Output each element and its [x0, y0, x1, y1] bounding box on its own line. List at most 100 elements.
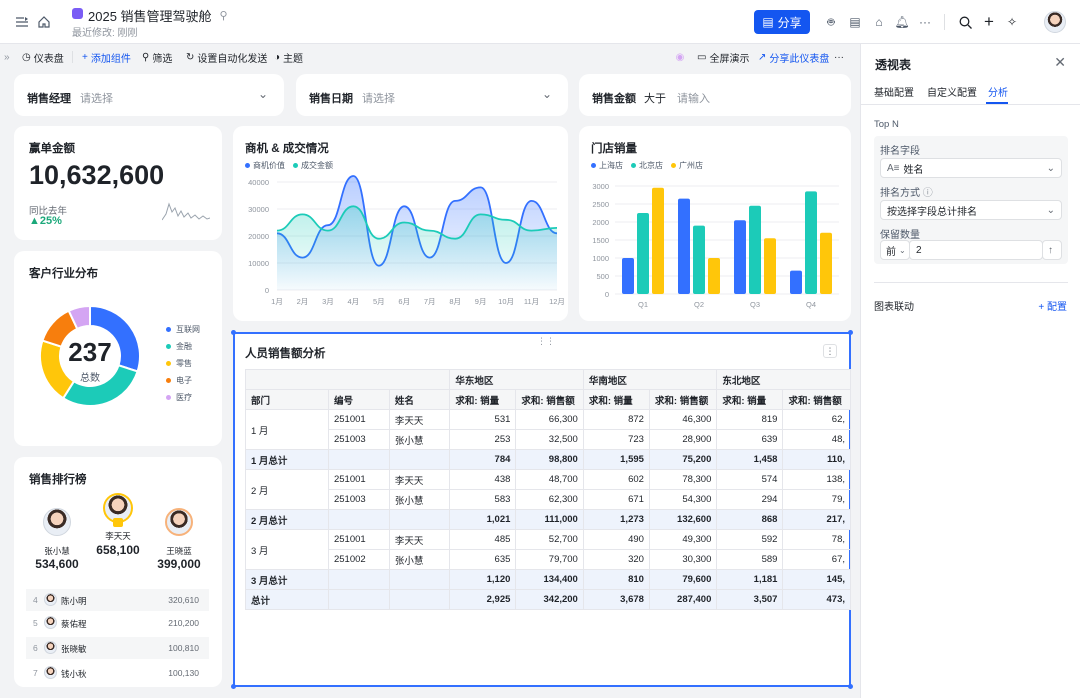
table-cell[interactable]: 总计 — [245, 589, 329, 610]
table-cell[interactable]: 2,925 — [449, 589, 517, 610]
column-header[interactable]: 求和: 销售额 — [648, 389, 718, 410]
table-cell[interactable] — [388, 509, 451, 530]
user-avatar[interactable] — [1044, 11, 1066, 33]
keep-direction-select[interactable]: 前 ⌄ — [880, 240, 910, 260]
more-icon[interactable]: ··· — [915, 12, 935, 32]
table-cell[interactable]: 138, — [782, 469, 851, 490]
table-cell[interactable]: 287,400 — [648, 589, 718, 610]
table-cell[interactable]: 342,200 — [515, 589, 584, 610]
keep-count-input[interactable]: 2 — [909, 240, 1043, 260]
table-cell[interactable]: 3 月 — [245, 529, 329, 570]
table-cell[interactable]: 1,595 — [582, 449, 650, 470]
table-cell[interactable]: 李天天 — [388, 529, 451, 550]
resize-handle[interactable] — [231, 684, 236, 689]
table-cell[interactable]: 490 — [582, 529, 650, 550]
table-cell[interactable]: 671 — [582, 489, 650, 510]
bar[interactable] — [622, 258, 634, 294]
table-cell[interactable]: 48,700 — [515, 469, 584, 490]
bar[interactable] — [764, 238, 776, 294]
industry-donut-card[interactable]: 客户行业分布 237 总数 互联网 金融 零售 电子 医疗 — [14, 251, 222, 446]
ai-sparkle-icon[interactable]: ✧ — [1002, 12, 1022, 32]
table-cell[interactable]: 30,300 — [648, 549, 718, 570]
add-component-button[interactable]: + 添加组件 — [82, 48, 131, 66]
table-row[interactable]: 251002 张小慧 635 79,700 320 30,300 589 67, — [246, 549, 851, 570]
column-header[interactable]: 求和: 销量 — [449, 389, 517, 410]
table-row[interactable]: 2 月 251001 李天天 438 48,700 602 78,300 574 138, — [245, 469, 851, 510]
list-item[interactable]: 7 钱小秋 100,130 — [26, 662, 209, 684]
resize-handle[interactable] — [848, 330, 853, 335]
resize-handle[interactable] — [231, 330, 236, 335]
region-header[interactable]: 东北地区 — [716, 369, 851, 390]
kpi-card[interactable]: 赢单金额 10,632,600 同比去年 ▲25% — [14, 126, 222, 240]
table-cell[interactable]: 639 — [716, 429, 784, 450]
table-cell[interactable]: 2 月总计 — [245, 509, 329, 530]
table-cell[interactable]: 3,678 — [582, 589, 650, 610]
table-cell[interactable]: 3,507 — [716, 589, 784, 610]
table-cell[interactable]: 48, — [782, 429, 851, 450]
table-cell[interactable]: 1,273 — [582, 509, 650, 530]
table-cell[interactable] — [327, 509, 390, 530]
bar[interactable] — [652, 187, 664, 294]
table-cell[interactable] — [327, 569, 390, 590]
add-icon[interactable]: + — [979, 12, 999, 32]
table-cell[interactable]: 54,300 — [648, 489, 718, 510]
resize-handle[interactable] — [848, 684, 853, 689]
column-header[interactable]: 部门 — [245, 389, 329, 410]
table-cell[interactable]: 79, — [782, 489, 851, 510]
close-icon[interactable]: ✕ — [1054, 54, 1066, 71]
table-cell[interactable]: 784 — [449, 449, 517, 470]
list-item[interactable]: 4 陈小明 320,610 — [26, 589, 209, 611]
table-cell[interactable]: 868 — [716, 509, 784, 530]
bell-icon[interactable]: 🔔︎ — [892, 12, 912, 32]
table-cell[interactable]: 32,500 — [515, 429, 584, 450]
table-cell[interactable]: 723 — [582, 429, 650, 450]
table-cell[interactable]: 574 — [716, 469, 784, 490]
table-cell[interactable]: 49,300 — [648, 529, 718, 550]
bar[interactable] — [708, 258, 720, 294]
table-cell[interactable]: 张小慧 — [388, 489, 451, 510]
table-cell[interactable]: 251003 — [327, 429, 390, 450]
table-cell[interactable]: 46,300 — [648, 409, 718, 430]
table-cell[interactable]: 819 — [716, 409, 784, 430]
column-header[interactable]: 求和: 销量 — [716, 389, 784, 410]
table-cell[interactable]: 583 — [449, 489, 517, 510]
table-cell[interactable]: 79,700 — [515, 549, 584, 570]
table-cell[interactable]: 66,300 — [515, 409, 584, 430]
home-icon[interactable] — [34, 12, 54, 32]
sort-method-select[interactable]: 按选择字段总计排名 ⌄ — [880, 200, 1062, 220]
bar[interactable] — [734, 220, 746, 294]
tab-analysis[interactable]: 分析 — [988, 84, 1008, 99]
robot-icon[interactable]: 🤖︎ — [821, 12, 841, 32]
template-icon[interactable]: ⌂ — [869, 12, 889, 32]
table-cell[interactable]: 79,600 — [648, 569, 718, 590]
table-cell[interactable]: 1,120 — [449, 569, 517, 590]
column-header[interactable]: 求和: 销售额 — [515, 389, 584, 410]
doc-title[interactable]: 2025 销售管理驾驶舱 ⚲ — [88, 6, 228, 25]
fullscreen-button[interactable]: ▭ 全屏演示 — [697, 48, 749, 66]
bar[interactable] — [820, 232, 832, 294]
bar[interactable] — [790, 270, 802, 294]
table-row[interactable]: 1 月 251001 李天天 531 66,300 872 46,300 819 62, — [245, 409, 851, 450]
theme-button[interactable]: ◑ 主题 — [274, 48, 303, 66]
table-cell[interactable]: 1,181 — [716, 569, 784, 590]
table-cell[interactable]: 张小慧 — [388, 549, 451, 570]
table-cell[interactable] — [388, 589, 451, 610]
bar[interactable] — [749, 205, 761, 294]
filter-sales-manager[interactable]: 销售经理 请选择 ⌄ — [14, 74, 284, 116]
table-cell[interactable]: 602 — [582, 469, 650, 490]
column-header[interactable]: 姓名 — [388, 389, 451, 410]
table-cell[interactable]: 张小慧 — [388, 429, 451, 450]
table-cell[interactable]: 253 — [449, 429, 517, 450]
table-cell[interactable]: 872 — [582, 409, 650, 430]
filter-sales-amount[interactable]: 销售金额 大于 请输入 — [579, 74, 851, 116]
table-cell[interactable]: 78,300 — [648, 469, 718, 490]
table-cell[interactable]: 251001 — [327, 469, 390, 490]
table-cell[interactable]: 132,600 — [648, 509, 718, 530]
table-cell[interactable]: 111,000 — [515, 509, 584, 530]
sidebar-toggle-icon[interactable] — [12, 12, 32, 32]
table-cell[interactable]: 1 月总计 — [245, 449, 329, 470]
bar[interactable] — [678, 198, 690, 294]
search-icon[interactable] — [955, 12, 975, 32]
filter-sales-date[interactable]: 销售日期 请选择 ⌄ — [296, 74, 568, 116]
column-header[interactable]: 求和: 销售额 — [782, 389, 851, 410]
